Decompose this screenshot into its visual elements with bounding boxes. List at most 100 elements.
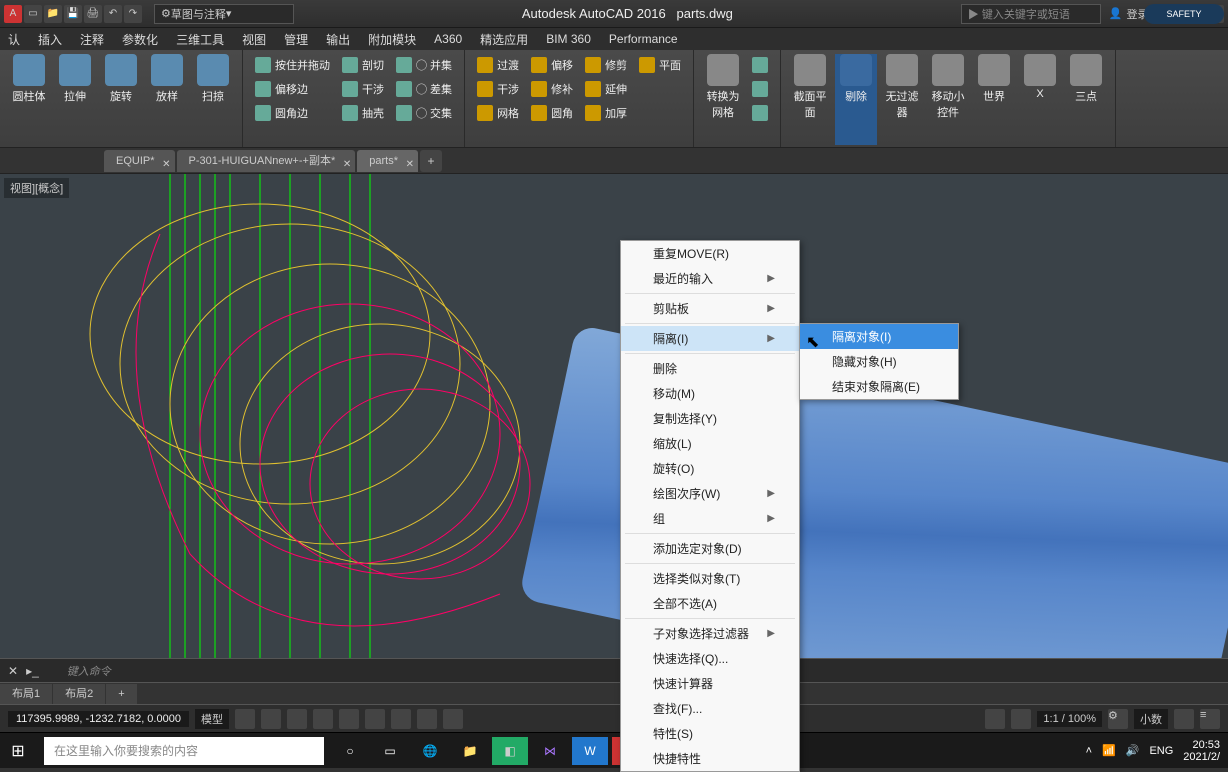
help-search-input[interactable]: ▶ 键入关键字或短语 bbox=[961, 4, 1101, 24]
model-space-button[interactable]: 模型 bbox=[195, 709, 229, 729]
ortho-toggle[interactable] bbox=[287, 709, 307, 729]
ribbon-button-sm[interactable]: 网格 bbox=[473, 102, 523, 124]
task-view-icon[interactable]: ▭ bbox=[372, 737, 408, 765]
menu-tab[interactable]: BIM 360 bbox=[546, 32, 591, 46]
context-menu-item[interactable]: 全部不选(A) bbox=[621, 591, 799, 616]
convert-mesh-button[interactable]: 转换为网格 bbox=[702, 54, 744, 145]
context-menu-item[interactable]: 移动(M) bbox=[621, 381, 799, 406]
menu-tab[interactable]: A360 bbox=[434, 32, 462, 46]
lineweight-toggle[interactable] bbox=[417, 709, 437, 729]
print-icon[interactable]: 🖨 bbox=[84, 5, 102, 23]
ribbon-button[interactable]: 放样 bbox=[146, 54, 188, 145]
context-menu-item[interactable]: 旋转(O) bbox=[621, 456, 799, 481]
context-menu-item[interactable]: 复制选择(Y) bbox=[621, 406, 799, 431]
context-menu-item[interactable]: 快捷特性 bbox=[621, 746, 799, 771]
ribbon-button[interactable]: X bbox=[1019, 54, 1061, 145]
context-menu-item[interactable]: 重复MOVE(R) bbox=[621, 241, 799, 266]
ribbon-button-sm[interactable]: ◯ 并集 bbox=[392, 54, 456, 76]
context-menu-item[interactable]: 组▶ bbox=[621, 506, 799, 531]
ribbon-button[interactable]: 剔除 bbox=[835, 54, 877, 145]
coordinates-display[interactable]: 117395.9989, -1232.7182, 0.0000 bbox=[8, 711, 189, 727]
context-menu-item[interactable]: 选择类似对象(T) bbox=[621, 566, 799, 591]
tray-chevron-icon[interactable]: ˄ bbox=[1086, 745, 1092, 757]
ribbon-button[interactable]: 旋转 bbox=[100, 54, 142, 145]
file-tab[interactable]: P-301-HUIGUANnew+-+副本*✕ bbox=[177, 150, 356, 172]
ribbon-button-sm[interactable]: 抽壳 bbox=[338, 102, 388, 124]
ribbon-button[interactable]: 三点 bbox=[1065, 54, 1107, 145]
ribbon-button-sm[interactable]: 圆角边 bbox=[251, 102, 334, 124]
workspace-switch[interactable]: ⚙ bbox=[1108, 709, 1128, 729]
menu-tab[interactable]: 三维工具 bbox=[176, 31, 224, 48]
network-icon[interactable]: 📶 bbox=[1102, 744, 1116, 757]
ribbon-button[interactable]: 无过滤器 bbox=[881, 54, 923, 145]
menu-tab[interactable]: 参数化 bbox=[122, 31, 158, 48]
isolate-toggle[interactable] bbox=[985, 709, 1005, 729]
ribbon-button-sm[interactable]: 干涉 bbox=[338, 78, 388, 100]
drawing-viewport[interactable]: 视图][概念] 正在恢复执行 MOVE 命令。指定第二个点或 <使用第一个点作为… bbox=[0, 174, 1228, 658]
ribbon-button-sm[interactable]: 按住并拖动 bbox=[251, 54, 334, 76]
annotation-scale[interactable]: 1:1 / 100% bbox=[1037, 711, 1102, 727]
ribbon-button-sm[interactable]: ◯ 交集 bbox=[392, 102, 456, 124]
menu-tab[interactable]: 输出 bbox=[326, 31, 350, 48]
snap-toggle[interactable] bbox=[261, 709, 281, 729]
ribbon-button-sm[interactable]: 延伸 bbox=[581, 78, 631, 100]
ribbon-button-sm[interactable]: 修剪 bbox=[581, 54, 631, 76]
grid-toggle[interactable] bbox=[235, 709, 255, 729]
redo-icon[interactable]: ↷ bbox=[124, 5, 142, 23]
ribbon-button-sm[interactable]: ◯ 差集 bbox=[392, 78, 456, 100]
osnap-toggle[interactable] bbox=[339, 709, 359, 729]
close-icon[interactable]: ✕ bbox=[406, 154, 414, 176]
explorer-icon[interactable]: 📁 bbox=[452, 737, 488, 765]
units-display[interactable]: 小数 bbox=[1134, 709, 1168, 729]
start-button[interactable]: ⊞ bbox=[0, 737, 36, 765]
submenu-item[interactable]: 隔离对象(I) bbox=[800, 324, 958, 349]
context-menu-item[interactable]: 最近的输入▶ bbox=[621, 266, 799, 291]
file-tab[interactable]: EQUIP*✕ bbox=[104, 150, 175, 172]
transparency-toggle[interactable] bbox=[443, 709, 463, 729]
context-menu-item[interactable]: 快速选择(Q)... bbox=[621, 646, 799, 671]
new-icon[interactable]: ▭ bbox=[24, 5, 42, 23]
word-icon[interactable]: W bbox=[572, 737, 608, 765]
add-layout-button[interactable]: + bbox=[106, 684, 136, 704]
customize-button[interactable]: ≡ bbox=[1200, 709, 1220, 729]
clock-date[interactable]: 2021/2/ bbox=[1183, 751, 1220, 763]
volume-icon[interactable]: 🔊 bbox=[1126, 744, 1140, 757]
menu-tab[interactable]: 视图 bbox=[242, 31, 266, 48]
menu-tab[interactable]: 附加模块 bbox=[368, 31, 416, 48]
plane-button[interactable]: 平面 bbox=[635, 54, 685, 76]
menu-tab[interactable]: 插入 bbox=[38, 31, 62, 48]
menu-tab[interactable]: 管理 bbox=[284, 31, 308, 48]
close-icon[interactable]: ✕ bbox=[343, 154, 351, 176]
ribbon-button-sm[interactable]: 偏移边 bbox=[251, 78, 334, 100]
context-menu-item[interactable]: 查找(F)... bbox=[621, 696, 799, 721]
language-indicator[interactable]: ENG bbox=[1149, 745, 1173, 757]
context-menu-item[interactable]: 快速计算器 bbox=[621, 671, 799, 696]
ribbon-button[interactable]: 扫掠 bbox=[192, 54, 234, 145]
close-icon[interactable]: ✕ bbox=[8, 664, 18, 678]
cortana-icon[interactable]: ○ bbox=[332, 737, 368, 765]
context-menu-item[interactable]: 删除 bbox=[621, 356, 799, 381]
ribbon-button-sm[interactable]: 剖切 bbox=[338, 54, 388, 76]
ribbon-button-sm[interactable]: 过渡 bbox=[473, 54, 523, 76]
save-icon[interactable]: 💾 bbox=[64, 5, 82, 23]
ribbon-button-sm[interactable]: 修补 bbox=[527, 78, 577, 100]
menu-tab[interactable]: 注释 bbox=[80, 31, 104, 48]
ribbon-button[interactable]: 拉伸 bbox=[54, 54, 96, 145]
new-tab-button[interactable]: + bbox=[420, 150, 442, 172]
context-menu-item[interactable]: 绘图次序(W)▶ bbox=[621, 481, 799, 506]
submenu-item[interactable]: 隐藏对象(H) bbox=[800, 349, 958, 374]
clock-time[interactable]: 20:53 bbox=[1183, 739, 1220, 751]
open-icon[interactable]: 📁 bbox=[44, 5, 62, 23]
layout-tab[interactable]: 布局2 bbox=[53, 684, 105, 704]
ribbon-button-sm[interactable]: 偏移 bbox=[527, 54, 577, 76]
layout-tab[interactable]: 布局1 bbox=[0, 684, 52, 704]
menu-tab[interactable]: 认 bbox=[8, 31, 20, 48]
ribbon-button-sm[interactable]: 圆角 bbox=[527, 102, 577, 124]
windows-search-input[interactable]: 在这里输入你要搜索的内容 bbox=[44, 737, 324, 765]
ribbon-button[interactable]: 移动小控件 bbox=[927, 54, 969, 145]
submenu-item[interactable]: 结束对象隔离(E) bbox=[800, 374, 958, 399]
undo-icon[interactable]: ↶ bbox=[104, 5, 122, 23]
close-icon[interactable]: ✕ bbox=[162, 154, 170, 176]
file-tab[interactable]: parts*✕ bbox=[357, 150, 418, 172]
ribbon-button[interactable]: 截面平面 bbox=[789, 54, 831, 145]
